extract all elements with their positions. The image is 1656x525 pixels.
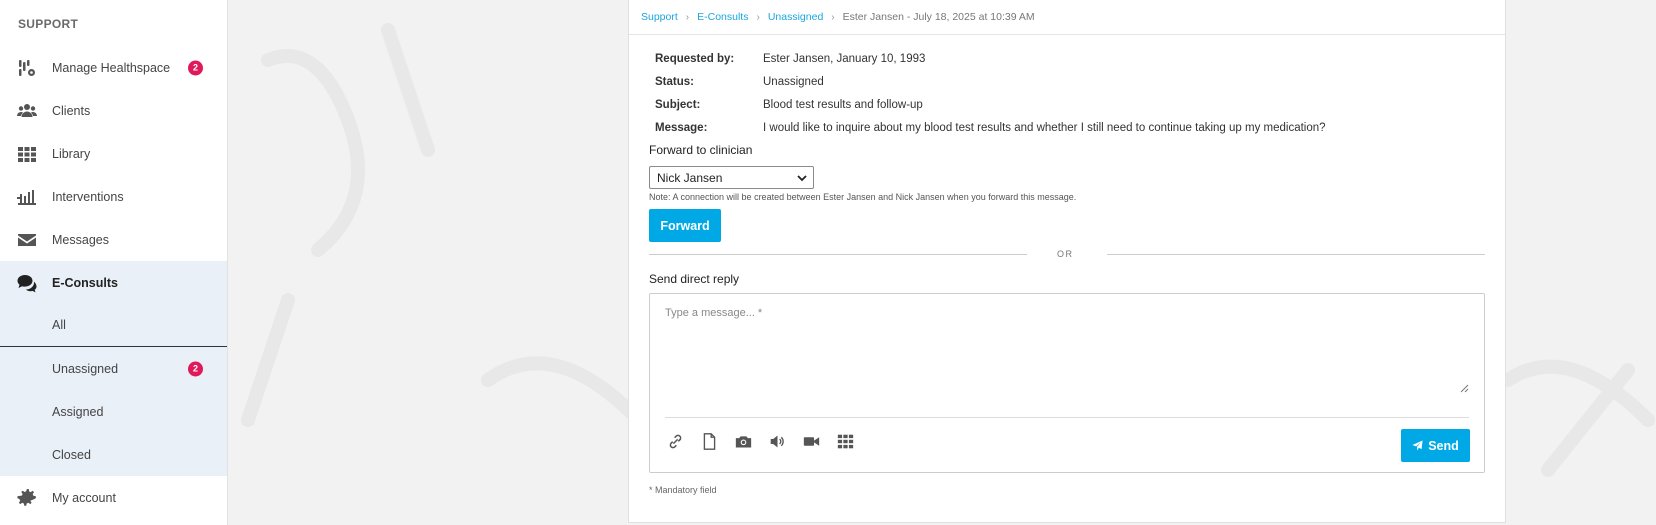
submenu-item-label: Unassigned: [52, 361, 119, 376]
sidebar-item-label: My account: [52, 490, 116, 505]
consult-details: Requested by: Ester Jansen, January 10, …: [629, 35, 1505, 139]
sidebar-item-label: Clients: [52, 103, 91, 118]
message-input[interactable]: Type a message... *: [665, 307, 762, 319]
divider-line: [1107, 254, 1485, 255]
camera-icon[interactable]: [733, 431, 753, 451]
chevron-right-icon: ›: [831, 11, 835, 23]
breadcrumb-link-e-consults[interactable]: E-Consults: [697, 11, 748, 23]
detail-value: Ester Jansen, January 10, 1993: [763, 52, 926, 65]
detail-row-subject: Subject: Blood test results and follow-u…: [655, 93, 1505, 116]
detail-value: I would like to inquire about my blood t…: [763, 121, 1326, 134]
breadcrumb-link-support[interactable]: Support: [641, 11, 678, 23]
apps-grid-icon[interactable]: [835, 431, 855, 451]
chat-bubbles-icon: [16, 272, 38, 294]
e-consult-detail-panel: Support › E-Consults › Unassigned › Este…: [628, 0, 1506, 523]
notification-badge: 2: [188, 60, 203, 75]
link-icon[interactable]: [665, 431, 685, 451]
detail-value: Unassigned: [763, 75, 824, 88]
detail-label: Requested by:: [655, 52, 735, 65]
sidebar-item-label: Interventions: [52, 189, 124, 204]
forward-button[interactable]: Forward: [649, 209, 721, 242]
sidebar-item-clients[interactable]: Clients: [0, 89, 227, 132]
chevron-down-icon: [797, 174, 807, 181]
submenu-item-unassigned[interactable]: Unassigned 2: [0, 347, 227, 390]
sidebar-item-library[interactable]: Library: [0, 132, 227, 175]
forward-note: Note: A connection will be created betwe…: [649, 192, 1077, 202]
breadcrumb-current: Ester Jansen - July 18, 2025 at 10:39 AM: [842, 11, 1035, 23]
detail-label: Status:: [655, 75, 694, 88]
chevron-right-icon: ›: [756, 11, 760, 23]
forward-section: Forward to clinician Nick Jansen Note: A…: [629, 143, 1505, 495]
attachment-toolbar: [665, 431, 855, 451]
interventions-icon: [16, 186, 38, 208]
sidebar-item-interventions[interactable]: Interventions: [0, 175, 227, 218]
send-button-label: Send: [1428, 438, 1459, 453]
submenu-item-label: All: [52, 318, 66, 332]
or-divider: OR: [649, 249, 1485, 259]
reply-composer: Type a message... * Send: [649, 293, 1485, 473]
detail-value: Blood test results and follow-up: [763, 98, 923, 111]
healthspace-icon: [16, 57, 38, 79]
breadcrumb-link-unassigned[interactable]: Unassigned: [768, 11, 823, 23]
breadcrumb: Support › E-Consults › Unassigned › Este…: [629, 0, 1505, 35]
submenu-item-closed[interactable]: Closed: [0, 433, 227, 476]
sidebar-title: SUPPORT: [18, 17, 79, 31]
detail-label: Message:: [655, 121, 708, 134]
submenu-item-label: Closed: [52, 447, 91, 462]
e-consults-submenu: All Unassigned 2 Assigned Closed: [0, 304, 227, 476]
submenu-item-all[interactable]: All: [0, 304, 227, 347]
detail-row-requested-by: Requested by: Ester Jansen, January 10, …: [655, 47, 1505, 70]
reply-label: Send direct reply: [649, 272, 740, 286]
sidebar-item-label: Manage Healthspace: [52, 60, 171, 75]
sidebar-item-messages[interactable]: Messages: [0, 218, 227, 261]
clinician-select-value: Nick Jansen: [657, 170, 723, 185]
users-icon: [16, 100, 38, 122]
detail-row-message: Message: I would like to inquire about m…: [655, 116, 1505, 139]
grid-icon: [16, 143, 38, 165]
sidebar-item-my-account[interactable]: My account: [0, 476, 227, 519]
sidebar-item-label: E-Consults: [52, 275, 118, 290]
submenu-item-label: Assigned: [52, 404, 104, 419]
clinician-select[interactable]: Nick Jansen: [649, 166, 814, 189]
detail-row-status: Status: Unassigned: [655, 70, 1505, 93]
composer-divider: [665, 417, 1469, 418]
sidebar-item-label: Messages: [52, 232, 109, 247]
divider-line: [649, 254, 1027, 255]
video-icon[interactable]: [801, 431, 821, 451]
sidebar: SUPPORT Manage Healthspace 2 Clients Lib…: [0, 0, 228, 525]
sidebar-item-label: Library: [52, 146, 91, 161]
resize-handle-icon[interactable]: [1460, 384, 1469, 393]
sidebar-item-e-consults[interactable]: E-Consults: [0, 261, 227, 304]
submenu-item-assigned[interactable]: Assigned: [0, 390, 227, 433]
chevron-right-icon: ›: [685, 11, 690, 23]
sidebar-item-manage-healthspace[interactable]: Manage Healthspace 2: [0, 46, 227, 89]
or-text: OR: [1057, 249, 1074, 259]
envelope-icon: [16, 229, 38, 251]
detail-label: Subject:: [655, 98, 701, 111]
paper-plane-icon: [1412, 440, 1423, 451]
notification-badge: 2: [188, 361, 203, 376]
gear-icon: [16, 487, 38, 509]
forward-label: Forward to clinician: [649, 143, 753, 157]
send-button[interactable]: Send: [1401, 429, 1470, 462]
file-icon[interactable]: [699, 431, 719, 451]
mandatory-field-note: * Mandatory field: [649, 485, 717, 495]
audio-icon[interactable]: [767, 431, 787, 451]
